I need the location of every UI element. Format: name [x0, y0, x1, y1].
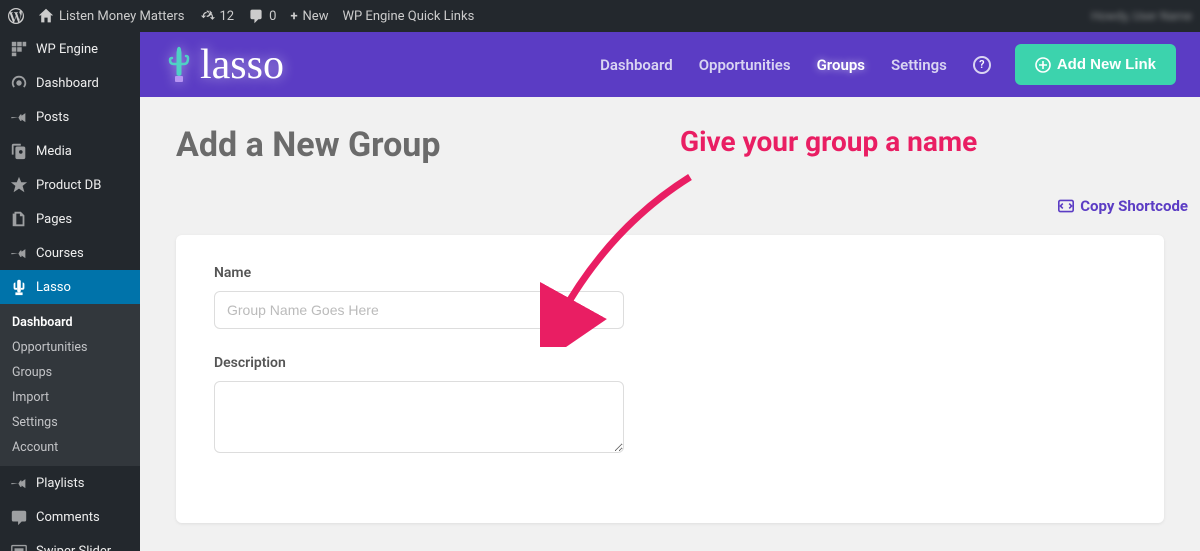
pin-icon	[10, 474, 28, 492]
lasso-logo[interactable]: lasso	[164, 41, 284, 89]
wp-logo[interactable]	[8, 8, 24, 24]
comment-icon	[10, 508, 28, 526]
wp-menu-label: Lasso	[36, 280, 71, 295]
plugin-nav-dashboard[interactable]: Dashboard	[600, 56, 673, 74]
wp-menu-label: Playlists	[36, 476, 84, 491]
wp-menu-posts[interactable]: Posts	[0, 100, 140, 134]
star-icon	[10, 176, 28, 194]
comments-count: 0	[269, 9, 276, 24]
quicklinks-label: WP Engine Quick Links	[342, 9, 474, 24]
wp-menu-label: Product DB	[36, 178, 101, 193]
wp-menu-label: Dashboard	[36, 76, 99, 91]
pages-icon	[10, 210, 28, 228]
group-description-input[interactable]	[214, 381, 624, 453]
copy-shortcode-button[interactable]: Copy Shortcode	[1058, 197, 1188, 215]
logo-text: lasso	[200, 41, 284, 89]
plus-circle-icon	[1035, 57, 1051, 73]
wp-submenu-dashboard[interactable]: Dashboard	[0, 310, 140, 335]
content-area: lasso Dashboard Opportunities Groups Settin…	[140, 32, 1200, 551]
help-icon[interactable]: ?	[973, 56, 991, 74]
updates-count: 12	[220, 9, 235, 24]
wp-menu-courses[interactable]: Courses	[0, 236, 140, 270]
pin-icon	[10, 244, 28, 262]
page-body: Add a New Group Give your group a name C…	[140, 97, 1200, 551]
annotation-text: Give your group a name	[680, 125, 977, 158]
shortcode-icon	[1058, 199, 1074, 213]
description-label: Description	[214, 355, 1126, 371]
wp-admin-sidebar: WP Engine Dashboard Posts Media Product DB Pa…	[0, 32, 140, 551]
wp-menu-product-db[interactable]: Product DB	[0, 168, 140, 202]
adminbar-new[interactable]: + New	[290, 9, 328, 24]
add-link-label: Add New Link	[1057, 56, 1156, 73]
annotation-arrow-icon	[540, 167, 720, 347]
adminbar-user[interactable]: Howdy, User Name	[1091, 9, 1192, 23]
media-icon	[10, 142, 28, 160]
engine-icon	[10, 40, 28, 58]
plugin-nav-groups[interactable]: Groups	[817, 56, 865, 74]
plugin-nav: Dashboard Opportunities Groups Settings?	[600, 56, 991, 74]
dashboard-icon	[10, 74, 28, 92]
wp-submenu-settings[interactable]: Settings	[0, 410, 140, 435]
refresh-icon	[199, 8, 215, 24]
adminbar-site[interactable]: Listen Money Matters	[38, 8, 185, 24]
adminbar-left: Listen Money Matters 12 0 + New WP Engine…	[8, 8, 474, 24]
wp-menu-media[interactable]: Media	[0, 134, 140, 168]
wp-menu-lasso[interactable]: Lasso	[0, 270, 140, 304]
wp-admin-bar: Listen Money Matters 12 0 + New WP Engine…	[0, 0, 1200, 32]
slider-icon	[10, 542, 28, 551]
adminbar-updates[interactable]: 12	[199, 8, 235, 24]
cactus-icon	[164, 46, 194, 84]
cactus-icon	[10, 278, 28, 296]
adminbar-comments[interactable]: 0	[248, 8, 276, 24]
comment-icon	[248, 8, 264, 24]
wp-submenu-groups[interactable]: Groups	[0, 360, 140, 385]
wp-submenu-import[interactable]: Import	[0, 385, 140, 410]
wp-menu-label: Comments	[36, 510, 100, 525]
new-label: New	[303, 9, 329, 24]
wp-submenu-opportunities[interactable]: Opportunities	[0, 335, 140, 360]
description-field-group: Description	[214, 355, 1126, 457]
wp-menu-label: Media	[36, 144, 72, 159]
plus-icon: +	[290, 9, 297, 24]
adminbar-quicklinks[interactable]: WP Engine Quick Links	[342, 9, 474, 24]
site-name-label: Listen Money Matters	[59, 9, 185, 24]
plugin-nav-opportunities[interactable]: Opportunities	[699, 56, 791, 74]
wp-menu-label: Courses	[36, 246, 84, 261]
plugin-nav-settings[interactable]: Settings	[891, 56, 947, 74]
page-title: Add a New Group	[176, 125, 1164, 165]
wp-submenu-account[interactable]: Account	[0, 435, 140, 460]
wp-menu-comments[interactable]: Comments	[0, 500, 140, 534]
wp-menu-playlists[interactable]: Playlists	[0, 466, 140, 500]
wp-menu-label: Pages	[36, 212, 72, 227]
wp-menu-swiper-slider[interactable]: Swiper Slider	[0, 534, 140, 551]
wp-submenu: DashboardOpportunitiesGroupsImportSettin…	[0, 304, 140, 466]
copy-shortcode-label: Copy Shortcode	[1080, 197, 1188, 215]
home-icon	[38, 8, 54, 24]
wp-menu-label: WP Engine	[36, 42, 98, 57]
wp-menu-label: Swiper Slider	[36, 544, 111, 551]
wp-menu-label: Posts	[36, 110, 69, 125]
wp-menu-dashboard[interactable]: Dashboard	[0, 66, 140, 100]
wp-menu-wp-engine[interactable]: WP Engine	[0, 32, 140, 66]
wp-menu-pages[interactable]: Pages	[0, 202, 140, 236]
pin-icon	[10, 108, 28, 126]
add-new-link-button[interactable]: Add New Link	[1015, 44, 1176, 85]
plugin-header: lasso Dashboard Opportunities Groups Settin…	[140, 32, 1200, 97]
wordpress-icon	[8, 8, 24, 24]
